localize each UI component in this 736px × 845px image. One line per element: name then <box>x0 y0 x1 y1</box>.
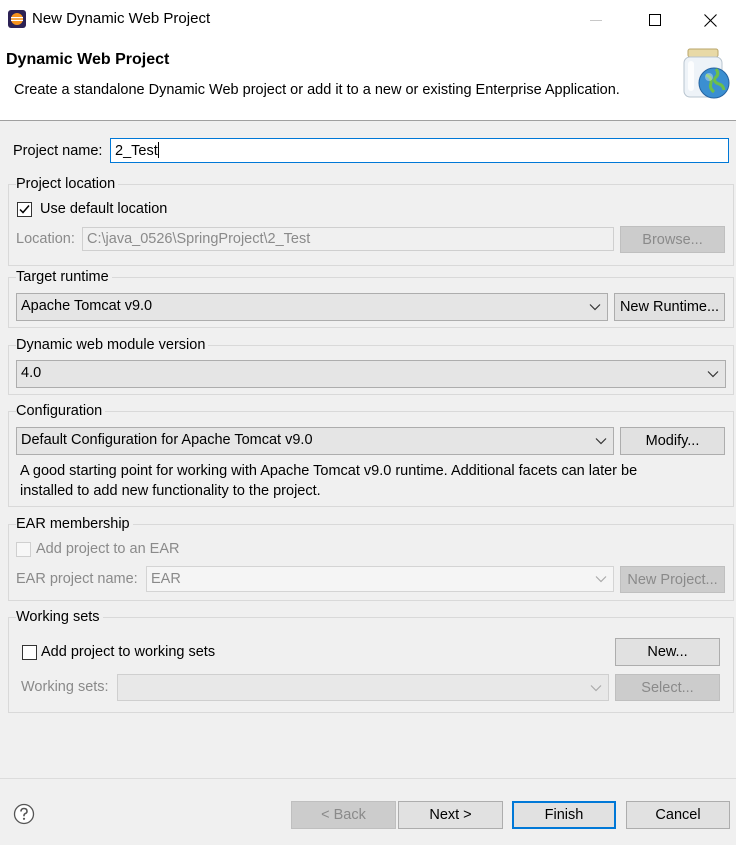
chevron-down-icon <box>595 438 607 445</box>
help-icon[interactable] <box>13 803 35 825</box>
module-version-value: 4.0 <box>21 365 42 381</box>
add-to-working-sets-checkbox[interactable] <box>22 645 37 660</box>
use-default-location-checkbox[interactable] <box>17 202 32 217</box>
footer-separator <box>0 778 736 779</box>
maximize-button[interactable] <box>626 0 684 40</box>
project-name-input[interactable]: 2_Test <box>110 138 729 163</box>
new-runtime-button[interactable]: New Runtime... <box>614 293 725 321</box>
back-button[interactable]: < Back <box>291 801 396 829</box>
close-icon <box>704 13 717 27</box>
module-version-combo[interactable]: 4.0 <box>16 360 726 388</box>
working-sets-combo[interactable] <box>117 674 609 701</box>
wizard-header: Dynamic Web Project Create a standalone … <box>0 40 736 121</box>
finish-button[interactable]: Finish <box>512 801 616 829</box>
modify-button[interactable]: Modify... <box>620 427 725 455</box>
configuration-description-line1: A good starting point for working with A… <box>20 463 638 479</box>
ear-membership-legend: EAR membership <box>16 516 133 532</box>
checkmark-icon <box>19 205 30 214</box>
configuration-combo[interactable]: Default Configuration for Apache Tomcat … <box>16 427 614 455</box>
target-runtime-combo[interactable]: Apache Tomcat v9.0 <box>16 293 608 321</box>
chevron-down-icon <box>595 576 607 583</box>
web-project-jar-globe-icon <box>683 48 730 99</box>
configuration-legend: Configuration <box>16 403 106 419</box>
text-caret <box>157 142 159 158</box>
page-description: Create a standalone Dynamic Web project … <box>14 82 620 98</box>
project-location-legend: Project location <box>16 176 119 192</box>
select-working-sets-button[interactable]: Select... <box>615 674 720 701</box>
ear-project-name-label: EAR project name: <box>16 571 138 587</box>
module-version-legend: Dynamic web module version <box>16 337 209 353</box>
maximize-icon <box>649 14 661 26</box>
use-default-location-label: Use default location <box>40 201 168 217</box>
working-sets-legend: Working sets <box>16 609 103 625</box>
configuration-description-line2: installed to add new functionality to th… <box>20 483 321 499</box>
new-working-set-button[interactable]: New... <box>615 638 720 666</box>
ear-project-name-value: EAR <box>151 571 181 587</box>
new-project-button[interactable]: New Project... <box>620 566 725 593</box>
chevron-down-icon <box>707 371 719 378</box>
cancel-button[interactable]: Cancel <box>626 801 730 829</box>
next-button[interactable]: Next > <box>398 801 503 829</box>
project-name-value: 2_Test <box>115 143 158 159</box>
page-title: Dynamic Web Project <box>6 51 170 68</box>
working-sets-label: Working sets: <box>21 679 109 695</box>
minimize-button[interactable] <box>567 0 625 40</box>
eclipse-icon <box>8 10 26 28</box>
target-runtime-legend: Target runtime <box>16 269 112 285</box>
location-label: Location: <box>16 231 75 247</box>
chevron-down-icon <box>590 684 602 691</box>
target-runtime-value: Apache Tomcat v9.0 <box>21 298 153 314</box>
add-to-ear-checkbox[interactable] <box>16 542 31 557</box>
project-name-label: Project name: <box>13 143 103 159</box>
add-to-working-sets-label: Add project to working sets <box>41 644 216 660</box>
title-bar: New Dynamic Web Project <box>0 0 736 40</box>
ear-project-name-combo[interactable]: EAR <box>146 566 614 592</box>
project-location-group <box>8 184 734 266</box>
minimize-icon <box>590 20 602 21</box>
window-title: New Dynamic Web Project <box>32 10 211 27</box>
chevron-down-icon <box>589 304 601 311</box>
configuration-value: Default Configuration for Apache Tomcat … <box>21 432 313 448</box>
close-button[interactable] <box>685 0 736 40</box>
browse-button[interactable]: Browse... <box>620 226 725 253</box>
location-input[interactable]: C:\java_0526\SpringProject\2_Test <box>82 227 614 251</box>
add-to-ear-label: Add project to an EAR <box>36 541 180 557</box>
